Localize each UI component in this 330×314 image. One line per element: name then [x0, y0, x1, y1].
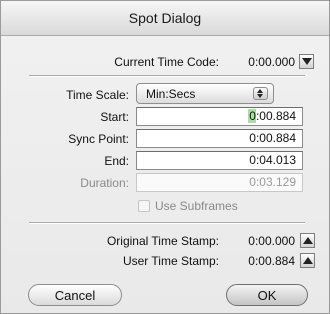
current-time-code-value: 0:00.000	[248, 55, 295, 69]
duration-field: 0:03.129	[136, 173, 303, 192]
start-label: Start:	[100, 110, 129, 124]
spot-dialog-window: Spot Dialog Current Time Code: 0:00.000 …	[0, 0, 330, 314]
end-field[interactable]: 0:04.013	[136, 151, 303, 170]
original-time-stamp-value: 0:00.000	[248, 234, 295, 248]
time-scale-select[interactable]: Min:Secs	[136, 83, 274, 104]
start-field-value: :00.884	[255, 109, 296, 123]
current-time-code-label: Current Time Code:	[114, 55, 219, 69]
use-subframes-checkbox[interactable]	[138, 200, 150, 212]
separator	[29, 222, 305, 224]
use-subframes-label: Use Subframes	[155, 199, 238, 213]
user-time-stamp-value: 0:00.884	[248, 254, 295, 268]
title-bar: Spot Dialog	[1, 1, 329, 36]
triangle-up-icon	[302, 257, 313, 264]
original-time-stamp-label: Original Time Stamp:	[106, 234, 219, 248]
triangle-up-icon	[302, 237, 313, 244]
triangle-down-icon	[301, 58, 312, 65]
up-down-chevrons-icon	[253, 87, 268, 100]
start-field[interactable]: 0:00.884	[136, 107, 303, 126]
cancel-button[interactable]: Cancel	[28, 284, 122, 306]
time-scale-selected-value: Min:Secs	[146, 87, 196, 101]
sync-point-label: Sync Point:	[68, 132, 129, 146]
original-time-stamp-apply-button[interactable]	[300, 233, 315, 248]
start-field-cursor-char: 0	[248, 109, 256, 123]
current-time-code-capture-button[interactable]	[299, 54, 314, 69]
user-time-stamp-apply-button[interactable]	[300, 253, 315, 268]
time-scale-label: Time Scale:	[66, 88, 129, 102]
user-time-stamp-label: User Time Stamp:	[122, 254, 219, 268]
sync-point-field[interactable]: 0:00.884	[136, 129, 303, 148]
separator	[29, 75, 305, 77]
dialog-title: Spot Dialog	[128, 10, 202, 26]
duration-label: Duration:	[80, 176, 129, 190]
ok-button[interactable]: OK	[226, 284, 308, 306]
end-label: End:	[104, 154, 129, 168]
